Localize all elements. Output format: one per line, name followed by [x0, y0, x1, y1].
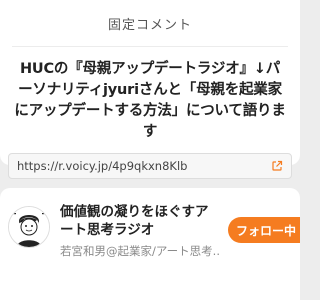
pinned-comment-card: 固定コメント HUCの『母親アップデートラジオ』↓パーソナリティjyuriさんと… [0, 0, 300, 179]
channel-avatar[interactable] [8, 206, 50, 248]
voicy-link[interactable]: https://r.voicy.jp/4p9qkxn8Klb [8, 153, 292, 179]
pinned-comment-label: 固定コメント [107, 17, 192, 33]
follow-button[interactable]: フォロー中 [228, 217, 300, 243]
person-avatar-illustration [9, 207, 49, 247]
voicy-link-url[interactable]: https://r.voicy.jp/4p9qkxn8Klb [17, 159, 271, 173]
external-link-icon[interactable] [271, 160, 283, 172]
channel-owner-name[interactable]: 若宮和男@起業家/アート思考... [60, 243, 220, 259]
pinned-comment-body: HUCの『母親アップデートラジオ』↓パーソナリティjyuriさんと「母親を起業家… [0, 47, 300, 143]
pinned-comment-header: 固定コメント [12, 0, 288, 47]
channel-title[interactable]: 価値観の凝りをほぐすアート思考ラジオ [60, 203, 220, 239]
screen: 固定コメント HUCの『母親アップデートラジオ』↓パーソナリティjyuriさんと… [0, 0, 300, 300]
channel-card[interactable]: 価値観の凝りをほぐすアート思考ラジオ 若宮和男@起業家/アート思考... フォロ… [0, 188, 300, 300]
pinned-comment-text: HUCの『母親アップデートラジオ』↓パーソナリティjyuriさんと「母親を起業家… [14, 61, 286, 140]
